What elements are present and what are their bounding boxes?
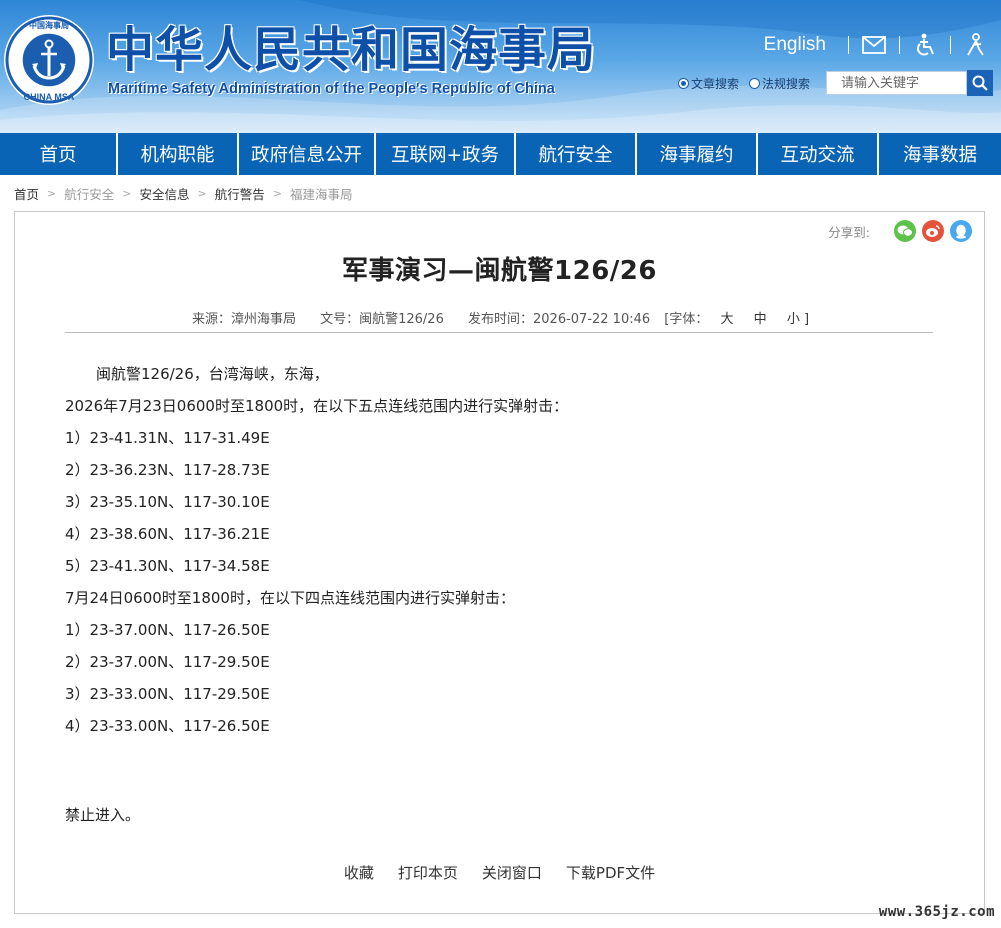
article-line: 7月24日0600时至1800时，在以下四点连线范围内进行实弹射击： — [65, 589, 515, 607]
radio-label: 法规搜索 — [762, 76, 811, 91]
breadcrumb-separator-icon: > — [272, 186, 282, 200]
article-line: 3）23-33.00N、117-29.50E — [65, 685, 270, 703]
article-line: 5）23-41.30N、117-34.58E — [65, 557, 270, 575]
elderly-mode-icon[interactable] — [963, 32, 989, 58]
search-option-articles[interactable]: 文章搜索 — [678, 75, 739, 92]
nav-item[interactable]: 机构职能 — [118, 133, 239, 175]
top-links: English — [764, 30, 989, 60]
nav-item[interactable]: 互联网+政务 — [376, 133, 516, 175]
nav-item[interactable]: 互动交流 — [758, 133, 879, 175]
breadcrumb: 首页 > 航行安全 > 安全信息 > 航行警告 > 福建海事局 — [14, 184, 352, 202]
article-line: 2026年7月23日0600时至1800时，在以下五点连线范围内进行实弹射击： — [65, 397, 569, 415]
title-divider — [65, 332, 933, 333]
breadcrumb-item[interactable]: 航行安全 — [64, 184, 114, 203]
meta-publish-time: 发布时间：2026-07-22 10:46 — [468, 312, 651, 327]
logo-top-text: 中国海事局 — [29, 20, 69, 30]
article-actions: 收藏 打印本页 关闭窗口 下载PDF文件 — [15, 862, 984, 883]
download-pdf-button[interactable]: 下载PDF文件 — [566, 862, 655, 883]
breadcrumb-separator-icon: > — [197, 186, 207, 200]
separator — [950, 36, 951, 54]
nav-item[interactable]: 海事数据 — [879, 133, 1001, 175]
msa-logo[interactable]: 中国海事局 CHINA MSA — [3, 14, 95, 106]
article-meta: 来源：漳州海事局 文号：闽航警126/26 发布时间：2026-07-22 10… — [15, 308, 984, 327]
article-line: 4）23-33.00N、117-26.50E — [65, 717, 270, 735]
meta-doc-number: 文号：闽航警126/26 — [320, 312, 444, 327]
article-line: 2）23-37.00N、117-29.50E — [65, 653, 270, 671]
search-input[interactable] — [826, 71, 968, 95]
font-size-large-button[interactable]: 大 — [721, 312, 734, 327]
article-container: 分享到: 军事演习—闽航警126/26 来源：漳州海事局 文号：闽航警126/2… — [14, 211, 985, 914]
close-window-button[interactable]: 关闭窗口 — [482, 862, 542, 883]
breadcrumb-separator-icon: > — [122, 186, 132, 200]
article-line: 1）23-41.31N、117-31.49E — [65, 429, 270, 447]
article-closing: 禁止进入。 — [65, 806, 141, 824]
font-size-medium-button[interactable]: 中 — [754, 312, 767, 327]
article-lead-paragraph: 闽航警126/26，台湾海峡，东海， — [96, 365, 329, 383]
logo-bottom-text: CHINA MSA — [24, 92, 75, 102]
search-icon — [972, 75, 988, 91]
article-line: 3）23-35.10N、117-30.10E — [65, 493, 270, 511]
watermark: www.365jz.com — [878, 904, 995, 920]
accessibility-icon[interactable] — [912, 32, 938, 58]
favorite-button[interactable]: 收藏 — [344, 862, 374, 883]
article-body: 闽航警126/26，台湾海峡，东海， 2026年7月23日0600时至1800时，… — [65, 358, 933, 742]
radio-label: 文章搜索 — [691, 76, 740, 91]
radio-unselected-icon — [749, 77, 761, 89]
article-line: 1）23-37.00N、117-26.50E — [65, 621, 270, 639]
meta-source: 来源：漳州海事局 — [191, 312, 296, 327]
breadcrumb-separator-icon: > — [47, 186, 57, 200]
article-line: 2）23-36.23N、117-28.73E — [65, 461, 270, 479]
main-nav: 首页 机构职能 政府信息公开 互联网+政务 航行安全 海事履约 互动交流 海事数据 — [0, 133, 1001, 175]
article-line: 4）23-38.60N、117-36.21E — [65, 525, 270, 543]
site-title: 中华人民共和国海事局 — [106, 22, 597, 78]
breadcrumb-item[interactable]: 首页 — [14, 184, 39, 203]
english-link[interactable]: English — [764, 34, 826, 56]
qq-share-icon[interactable] — [950, 220, 972, 242]
separator — [899, 36, 900, 54]
site-header: 中国海事局 CHINA MSA 中华人民共和国海事局 Maritime Safe… — [0, 0, 1001, 133]
search-area: 文章搜索 法规搜索 — [678, 70, 1000, 96]
breadcrumb-item[interactable]: 航行警告 — [215, 184, 265, 203]
wechat-share-icon[interactable] — [894, 220, 916, 242]
font-size-small-button[interactable]: 小 ] — [787, 312, 809, 327]
weibo-share-icon[interactable] — [922, 220, 944, 242]
search-button[interactable] — [967, 70, 994, 96]
nav-item[interactable]: 航行安全 — [516, 133, 637, 175]
share-label: 分享到: — [828, 224, 870, 240]
separator — [848, 36, 849, 54]
breadcrumb-item[interactable]: 安全信息 — [139, 184, 189, 203]
print-button[interactable]: 打印本页 — [398, 862, 458, 883]
share-bar: 分享到: — [828, 220, 972, 242]
font-size-label: [字体： — [664, 312, 709, 327]
search-option-regulations[interactable]: 法规搜索 — [749, 75, 810, 92]
mail-icon[interactable] — [861, 32, 887, 58]
breadcrumb-item[interactable]: 福建海事局 — [290, 184, 353, 203]
nav-item[interactable]: 首页 — [0, 133, 118, 175]
nav-item[interactable]: 政府信息公开 — [239, 133, 376, 175]
nav-item[interactable]: 海事履约 — [637, 133, 758, 175]
radio-selected-icon — [678, 77, 689, 89]
site-subtitle: Maritime Safety Administration of the Pe… — [108, 81, 555, 97]
article-title: 军事演习—闽航警126/26 — [342, 256, 657, 286]
